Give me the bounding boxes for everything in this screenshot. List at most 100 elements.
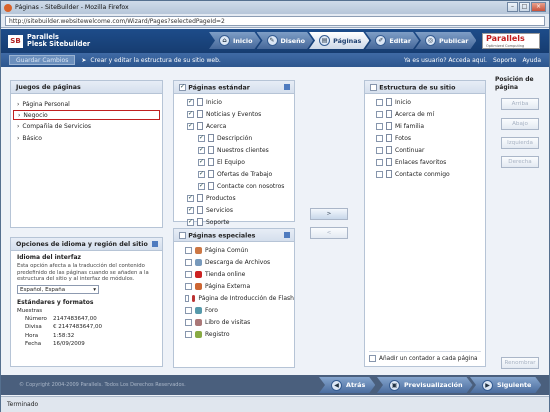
page-checkbox[interactable] — [376, 158, 383, 166]
special-page-item[interactable]: Registro — [185, 328, 294, 340]
standard-page-item[interactable]: Noticias y Eventos — [187, 108, 294, 120]
rename-button[interactable]: Renombrar — [501, 357, 539, 369]
page-checkbox[interactable] — [376, 170, 383, 178]
page-checkbox[interactable] — [198, 146, 205, 154]
page-checkbox[interactable] — [376, 110, 383, 118]
page-checkbox[interactable] — [185, 294, 190, 302]
minimize-button[interactable]: – — [507, 2, 518, 12]
page-set-item-selected[interactable]: › Negocio — [13, 110, 160, 120]
close-button[interactable]: × — [531, 2, 546, 12]
move-left-button[interactable]: Izquierda — [501, 137, 539, 149]
special-page-item[interactable]: Página Común — [185, 244, 294, 256]
page-checkbox[interactable] — [198, 134, 205, 142]
page-checkbox[interactable] — [198, 182, 205, 190]
maximize-button[interactable]: □ — [519, 2, 530, 12]
page-set-item[interactable]: › Página Personal — [13, 98, 160, 110]
select-all-structure-checkbox[interactable] — [370, 84, 377, 91]
structure-page-item[interactable]: Continuar — [376, 144, 485, 156]
options-title: Opciones de idioma y región del sitio — [16, 241, 148, 248]
module-icon — [195, 330, 202, 338]
select-all-special-checkbox[interactable] — [179, 232, 186, 239]
structure-page-item[interactable]: Acerca de mí — [376, 108, 485, 120]
page-set-item[interactable]: › Compañía de Servicios — [13, 120, 160, 132]
user-login-link[interactable]: Ya es usuario? Acceda aquí. — [404, 57, 487, 64]
select-all-standard-checkbox[interactable] — [179, 83, 186, 91]
browser-window: Páginas - SiteBuilder - Mozilla Firefox … — [0, 0, 550, 412]
samples-label: Muestras — [17, 307, 43, 314]
special-page-item[interactable]: Libro de visitas — [185, 316, 294, 328]
move-up-button[interactable]: Arriba — [501, 98, 539, 110]
page-icon — [208, 134, 214, 142]
counter-option[interactable]: Añadir un contador a cada página — [369, 351, 481, 362]
preview-button[interactable]: ▣ Previsualización — [377, 377, 473, 393]
remove-page-button[interactable]: < — [310, 227, 348, 239]
page-checkbox[interactable] — [187, 122, 194, 130]
standard-page-item[interactable]: Descripción — [187, 132, 294, 144]
help-link[interactable]: Ayuda — [522, 57, 541, 64]
structure-page-item[interactable]: Fotos — [376, 132, 485, 144]
page-checkbox[interactable] — [185, 246, 192, 254]
page-checkbox[interactable] — [185, 306, 192, 314]
step-publicar[interactable]: ◎ Publicar — [415, 32, 476, 49]
structure-page-item[interactable]: Mi familia — [376, 120, 485, 132]
sample-currency: Divisa € 2147483647,00 — [25, 324, 102, 330]
standard-page-item[interactable]: Contacte con nosotros — [187, 180, 294, 192]
special-page-item[interactable]: Página Externa — [185, 280, 294, 292]
page-checkbox[interactable] — [187, 98, 194, 106]
add-page-button[interactable]: > — [310, 208, 348, 220]
standards-title: Estándares y formatos — [17, 298, 94, 306]
counter-checkbox[interactable] — [369, 355, 376, 362]
back-icon: ◀ — [331, 380, 342, 391]
save-changes-button[interactable]: Guardar Cambios — [9, 55, 76, 65]
page-checkbox[interactable] — [376, 146, 383, 154]
help-icon[interactable] — [284, 232, 290, 238]
page-checkbox[interactable] — [376, 98, 383, 106]
structure-page-item[interactable]: Enlaces favoritos — [376, 156, 485, 168]
page-checkbox[interactable] — [187, 218, 194, 226]
step-paginas[interactable]: ▤ Páginas — [309, 32, 369, 49]
standard-page-item[interactable]: Soporte — [187, 216, 294, 228]
move-down-button[interactable]: Abajo — [501, 118, 539, 130]
position-title: Posición de página — [495, 76, 534, 91]
page-checkbox[interactable] — [185, 270, 192, 278]
page-checkbox[interactable] — [185, 318, 192, 326]
url-input[interactable]: http://sitebuilder.websitewelcome.com/Wi… — [5, 16, 545, 26]
standard-page-item[interactable]: Servicios — [187, 204, 294, 216]
page-checkbox[interactable] — [185, 282, 192, 290]
special-page-item[interactable]: Descarga de Archivos — [185, 256, 294, 268]
page-icon — [386, 170, 392, 178]
standard-page-item[interactable]: El Equipo — [187, 156, 294, 168]
collapse-icon[interactable] — [152, 241, 158, 247]
standard-page-item[interactable]: Inicio — [187, 96, 294, 108]
page-checkbox[interactable] — [376, 134, 383, 142]
standard-page-item[interactable]: Nuestros clientes — [187, 144, 294, 156]
page-checkbox[interactable] — [185, 258, 192, 266]
special-page-item[interactable]: Tienda online — [185, 268, 294, 280]
standard-page-item[interactable]: Ofertas de Trabajo — [187, 168, 294, 180]
back-button[interactable]: ◀ Atrás — [319, 377, 375, 393]
special-page-item[interactable]: Página de Introducción de Flash — [185, 292, 294, 304]
next-button[interactable]: ▶ Siguiente — [470, 377, 541, 393]
page-checkbox[interactable] — [198, 158, 205, 166]
step-editar[interactable]: ✐ Editar — [365, 32, 419, 49]
standard-page-item[interactable]: Productos — [187, 192, 294, 204]
support-link[interactable]: Soporte — [493, 57, 516, 64]
step-inicio[interactable]: ⌂ Inicio — [209, 32, 261, 49]
page-checkbox[interactable] — [376, 122, 383, 130]
structure-page-item[interactable]: Contacte conmigo — [376, 168, 485, 180]
language-select[interactable]: Español, España ▾ — [17, 284, 99, 294]
page-checkbox[interactable] — [187, 110, 194, 118]
page-checkbox[interactable] — [187, 206, 194, 214]
standard-page-item[interactable]: Acerca — [187, 120, 294, 132]
page-checkbox[interactable] — [187, 194, 194, 202]
page-checkbox[interactable] — [185, 330, 192, 338]
move-right-button[interactable]: Derecha — [501, 156, 539, 168]
page-set-item[interactable]: › Básico — [13, 132, 160, 144]
structure-page-item[interactable]: Inicio — [376, 96, 485, 108]
special-pages-title: Páginas especiales — [188, 232, 256, 240]
page-checkbox[interactable] — [198, 170, 205, 178]
special-page-item[interactable]: Foro — [185, 304, 294, 316]
help-icon[interactable] — [284, 84, 290, 90]
step-diseno[interactable]: ✎ Diseño — [257, 32, 314, 49]
sample-number: Número 2147483647,00 — [25, 315, 97, 322]
